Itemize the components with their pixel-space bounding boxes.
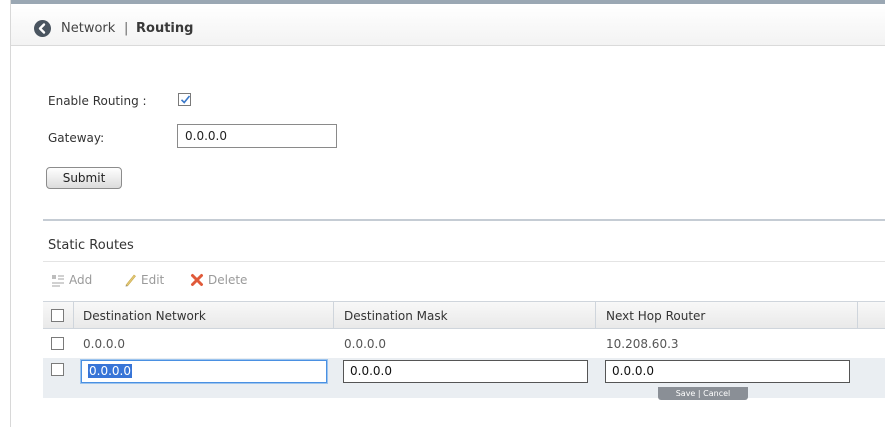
cancel-button[interactable]: Cancel	[703, 389, 730, 398]
column-separator	[857, 302, 858, 328]
page-title: Routing	[136, 21, 194, 36]
cell-destination-network: 0.0.0.0	[83, 337, 125, 351]
breadcrumb-separator: |	[124, 21, 129, 36]
delete-x-icon	[191, 274, 203, 286]
table-row-editing[interactable]: 0.0.0.0 0.0.0.0 0.0.0.0	[43, 358, 885, 398]
submit-button[interactable]: Submit	[46, 167, 122, 189]
column-destination-mask[interactable]: Destination Mask	[344, 309, 448, 323]
column-separator	[333, 302, 334, 328]
column-separator	[73, 302, 74, 328]
back-arrow-icon	[38, 23, 46, 34]
enable-routing-label: Enable Routing :	[48, 94, 147, 108]
cell-next-hop-router: 10.208.60.3	[606, 337, 679, 351]
gateway-input[interactable]: 0.0.0.0	[177, 124, 337, 148]
breadcrumb-network[interactable]: Network	[61, 21, 115, 36]
row-checkbox[interactable]	[51, 363, 64, 376]
column-next-hop-router[interactable]: Next Hop Router	[606, 309, 705, 323]
checkmark-icon	[180, 95, 191, 104]
routes-toolbar: Add Edit Delete	[43, 261, 885, 296]
row-checkbox[interactable]	[51, 337, 64, 350]
edit-route-label: Edit	[141, 273, 165, 287]
row-editor-separator: |	[697, 389, 701, 398]
add-list-icon	[52, 275, 64, 287]
page-header: Network | Routing	[11, 0, 885, 46]
enable-routing-checkbox[interactable]	[178, 93, 191, 106]
cell-destination-mask: 0.0.0.0	[344, 337, 386, 351]
delete-route-label: Delete	[208, 273, 248, 287]
destination-mask-input[interactable]: 0.0.0.0	[343, 360, 588, 383]
page-frame-border	[10, 0, 11, 427]
delete-route-button[interactable]: Delete	[190, 273, 247, 287]
selected-text: 0.0.0.0	[88, 364, 132, 378]
column-separator	[595, 302, 596, 328]
section-divider	[43, 219, 885, 221]
pencil-icon	[125, 274, 136, 287]
gateway-label: Gateway:	[48, 131, 105, 145]
edit-route-button[interactable]: Edit	[123, 273, 164, 287]
routes-table-header: Destination Network Destination Mask Nex…	[43, 301, 885, 329]
row-editor-actions: Save | Cancel	[658, 387, 748, 400]
destination-network-input[interactable]: 0.0.0.0	[81, 360, 327, 383]
next-hop-router-input[interactable]: 0.0.0.0	[605, 360, 850, 383]
static-routes-title: Static Routes	[48, 238, 134, 253]
save-button[interactable]: Save	[676, 389, 696, 398]
table-row[interactable]: 0.0.0.0 0.0.0.0 10.208.60.3	[43, 332, 885, 356]
add-route-label: Add	[69, 273, 93, 287]
add-route-button[interactable]: Add	[51, 273, 92, 287]
column-destination-network[interactable]: Destination Network	[83, 309, 206, 323]
back-button[interactable]	[34, 20, 51, 37]
select-all-checkbox[interactable]	[51, 309, 64, 322]
